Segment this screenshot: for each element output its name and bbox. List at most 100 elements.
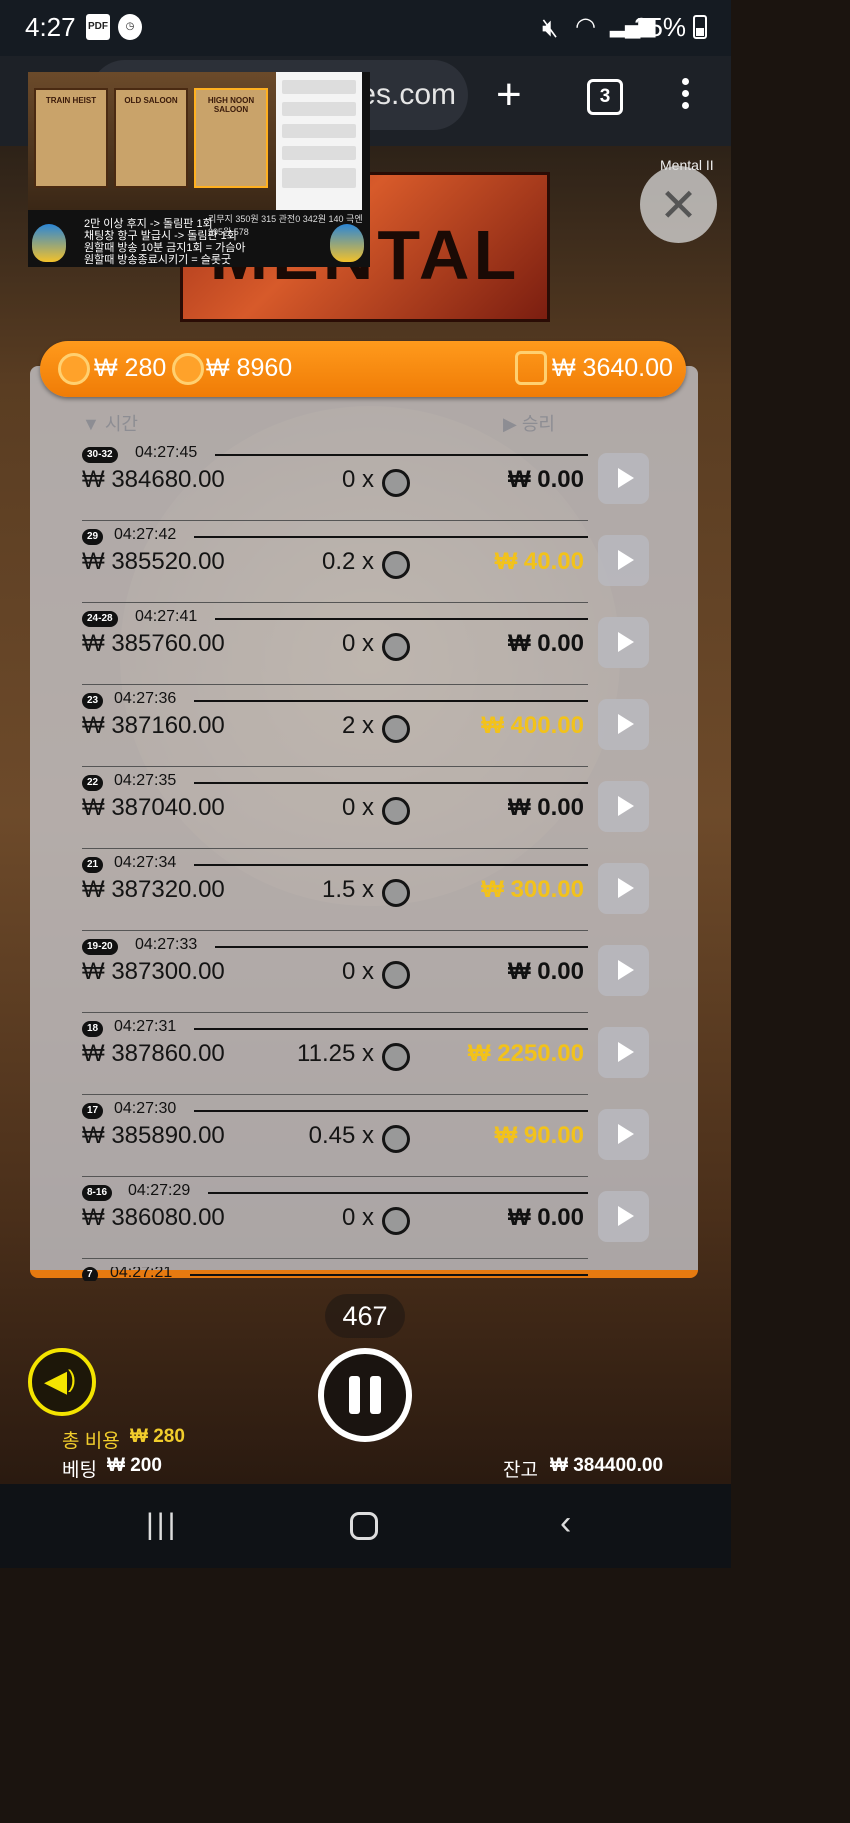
wifi-icon: ◠ <box>575 13 596 40</box>
row-rule <box>190 1274 588 1276</box>
row-divider <box>82 1094 588 1095</box>
replay-button[interactable] <box>598 699 649 750</box>
sound-toggle-button[interactable]: ◀ ) <box>28 1348 96 1416</box>
coin-stack-icon <box>172 353 204 385</box>
bet-label: 베팅 <box>62 1460 97 1481</box>
spin-counter: 467 <box>325 1294 405 1338</box>
round-badge: 30-32 <box>82 447 118 463</box>
row-multiplier: 0 x <box>341 794 374 821</box>
row-multiplier: 0.2 x <box>321 548 374 575</box>
coin-icon <box>382 633 410 661</box>
row-rule <box>215 946 588 948</box>
url-text: es.com <box>359 78 456 111</box>
round-time: 04:27:29 <box>128 1182 191 1199</box>
history-row: 8-16 04:27:29 ₩ 386080.00 0 x ₩ 0.00 <box>82 1182 588 1267</box>
column-header-time[interactable]: ▼ 시간 <box>82 410 138 436</box>
round-badge: 7 <box>82 1267 98 1281</box>
replay-button[interactable] <box>598 781 649 832</box>
home-button[interactable] <box>350 1512 378 1540</box>
replay-button[interactable] <box>598 945 649 996</box>
replay-button[interactable] <box>598 1191 649 1242</box>
column-header-win[interactable]: ▶ 승리 <box>503 410 555 436</box>
row-balance: ₩ 384680.00 <box>82 466 225 493</box>
row-balance: ₩ 387300.00 <box>82 958 225 985</box>
round-time: 04:27:42 <box>114 526 177 543</box>
round-badge: 8-16 <box>82 1185 113 1201</box>
status-time: 4:27 <box>25 12 76 42</box>
coin-icon <box>382 469 410 497</box>
pip-card-high-noon: HIGH NOON SALOON <box>194 88 268 188</box>
row-win: ₩ 2250.00 <box>467 1040 584 1067</box>
coin-value-2: ₩ 8960 <box>206 354 293 382</box>
system-nav-bar: ||| ‹ <box>0 1484 731 1568</box>
history-row: 18 04:27:31 ₩ 387860.00 11.25 x ₩ 2250.00 <box>82 1018 588 1103</box>
round-badge: 23 <box>82 693 104 709</box>
row-win: ₩ 0.00 <box>507 630 584 657</box>
history-row: 29 04:27:42 ₩ 385520.00 0.2 x ₩ 40.00 <box>82 526 588 611</box>
balance-value: ₩ 384400.00 <box>550 1455 664 1476</box>
pause-icon <box>324 1354 406 1436</box>
replay-button[interactable] <box>598 1027 649 1078</box>
mute-icon: 🔇︎ <box>542 12 559 42</box>
row-balance: ₩ 385760.00 <box>82 630 225 657</box>
round-badge: 24-28 <box>82 611 118 627</box>
history-row: 22 04:27:35 ₩ 387040.00 0 x ₩ 0.00 <box>82 772 588 857</box>
coin-icon <box>382 1125 410 1153</box>
row-divider <box>82 766 588 767</box>
coin-value-1: ₩ 280 <box>94 354 167 382</box>
row-rule <box>194 536 588 538</box>
history-row: 17 04:27:30 ₩ 385890.00 0.45 x ₩ 90.00 <box>82 1100 588 1185</box>
row-divider <box>82 1012 588 1013</box>
pip-video-overlay[interactable]: TRAIN HEIST OLD SALOON HIGH NOON SALOON … <box>28 72 370 267</box>
round-badge: 22 <box>82 775 104 791</box>
replay-button[interactable] <box>598 617 649 668</box>
row-rule <box>194 864 588 866</box>
history-row: 19-20 04:27:33 ₩ 387300.00 0 x ₩ 0.00 <box>82 936 588 1021</box>
tab-switcher-button[interactable]: 3 <box>587 79 623 115</box>
coin-icon <box>382 879 410 907</box>
browser-menu-button[interactable] <box>680 78 690 114</box>
battery-icon <box>693 15 707 39</box>
timer-notification-icon: ◷ <box>118 14 142 40</box>
round-badge: 17 <box>82 1103 104 1119</box>
row-rule <box>215 618 588 620</box>
row-rule <box>194 700 588 702</box>
new-tab-button[interactable]: + <box>496 70 522 120</box>
round-badge: 29 <box>82 529 104 545</box>
stats-header: ₩ 280 ₩ 8960 ₩ 3640.00 <box>40 341 686 397</box>
pause-button[interactable] <box>318 1348 412 1442</box>
pdf-notification-icon: PDF <box>86 14 110 40</box>
recent-apps-button[interactable]: ||| <box>146 1508 178 1542</box>
replay-button[interactable] <box>598 535 649 586</box>
coin-icon <box>382 1207 410 1235</box>
row-win: ₩ 0.00 <box>507 958 584 985</box>
close-button[interactable]: ✕ <box>640 166 717 243</box>
row-balance: ₩ 387320.00 <box>82 876 225 903</box>
round-time: 04:27:36 <box>114 690 177 707</box>
pip-chat-panel <box>276 72 362 210</box>
row-multiplier: 0.45 x <box>308 1122 374 1149</box>
parrot-left-icon <box>32 224 66 262</box>
history-row: 7 04:27:21 <box>82 1267 588 1281</box>
balance-label: 잔고 <box>503 1460 538 1481</box>
replay-button[interactable] <box>598 863 649 914</box>
row-rule <box>208 1192 588 1194</box>
round-time: 04:27:33 <box>135 936 198 953</box>
row-rule <box>194 1028 588 1030</box>
row-multiplier: 1.5 x <box>321 876 374 903</box>
back-button[interactable]: ‹ <box>560 1504 571 1543</box>
row-rule <box>215 454 588 456</box>
pip-message: 2만 이상 후지 -> 돌림판 1회 채팅창 항구 발급시 -> 돌림판 1회 … <box>84 218 246 266</box>
row-rule <box>194 782 588 784</box>
round-badge: 21 <box>82 857 104 873</box>
total-cost-value: ₩ 280 <box>130 1426 185 1447</box>
replay-button[interactable] <box>598 1109 649 1160</box>
row-divider <box>82 520 588 521</box>
row-balance: ₩ 385890.00 <box>82 1122 225 1149</box>
row-multiplier: 2 x <box>341 712 374 739</box>
round-time: 04:27:21 <box>110 1267 173 1281</box>
wallet-icon <box>515 351 547 385</box>
coin-icon <box>382 551 410 579</box>
round-time: 04:27:41 <box>135 608 198 625</box>
replay-button[interactable] <box>598 453 649 504</box>
